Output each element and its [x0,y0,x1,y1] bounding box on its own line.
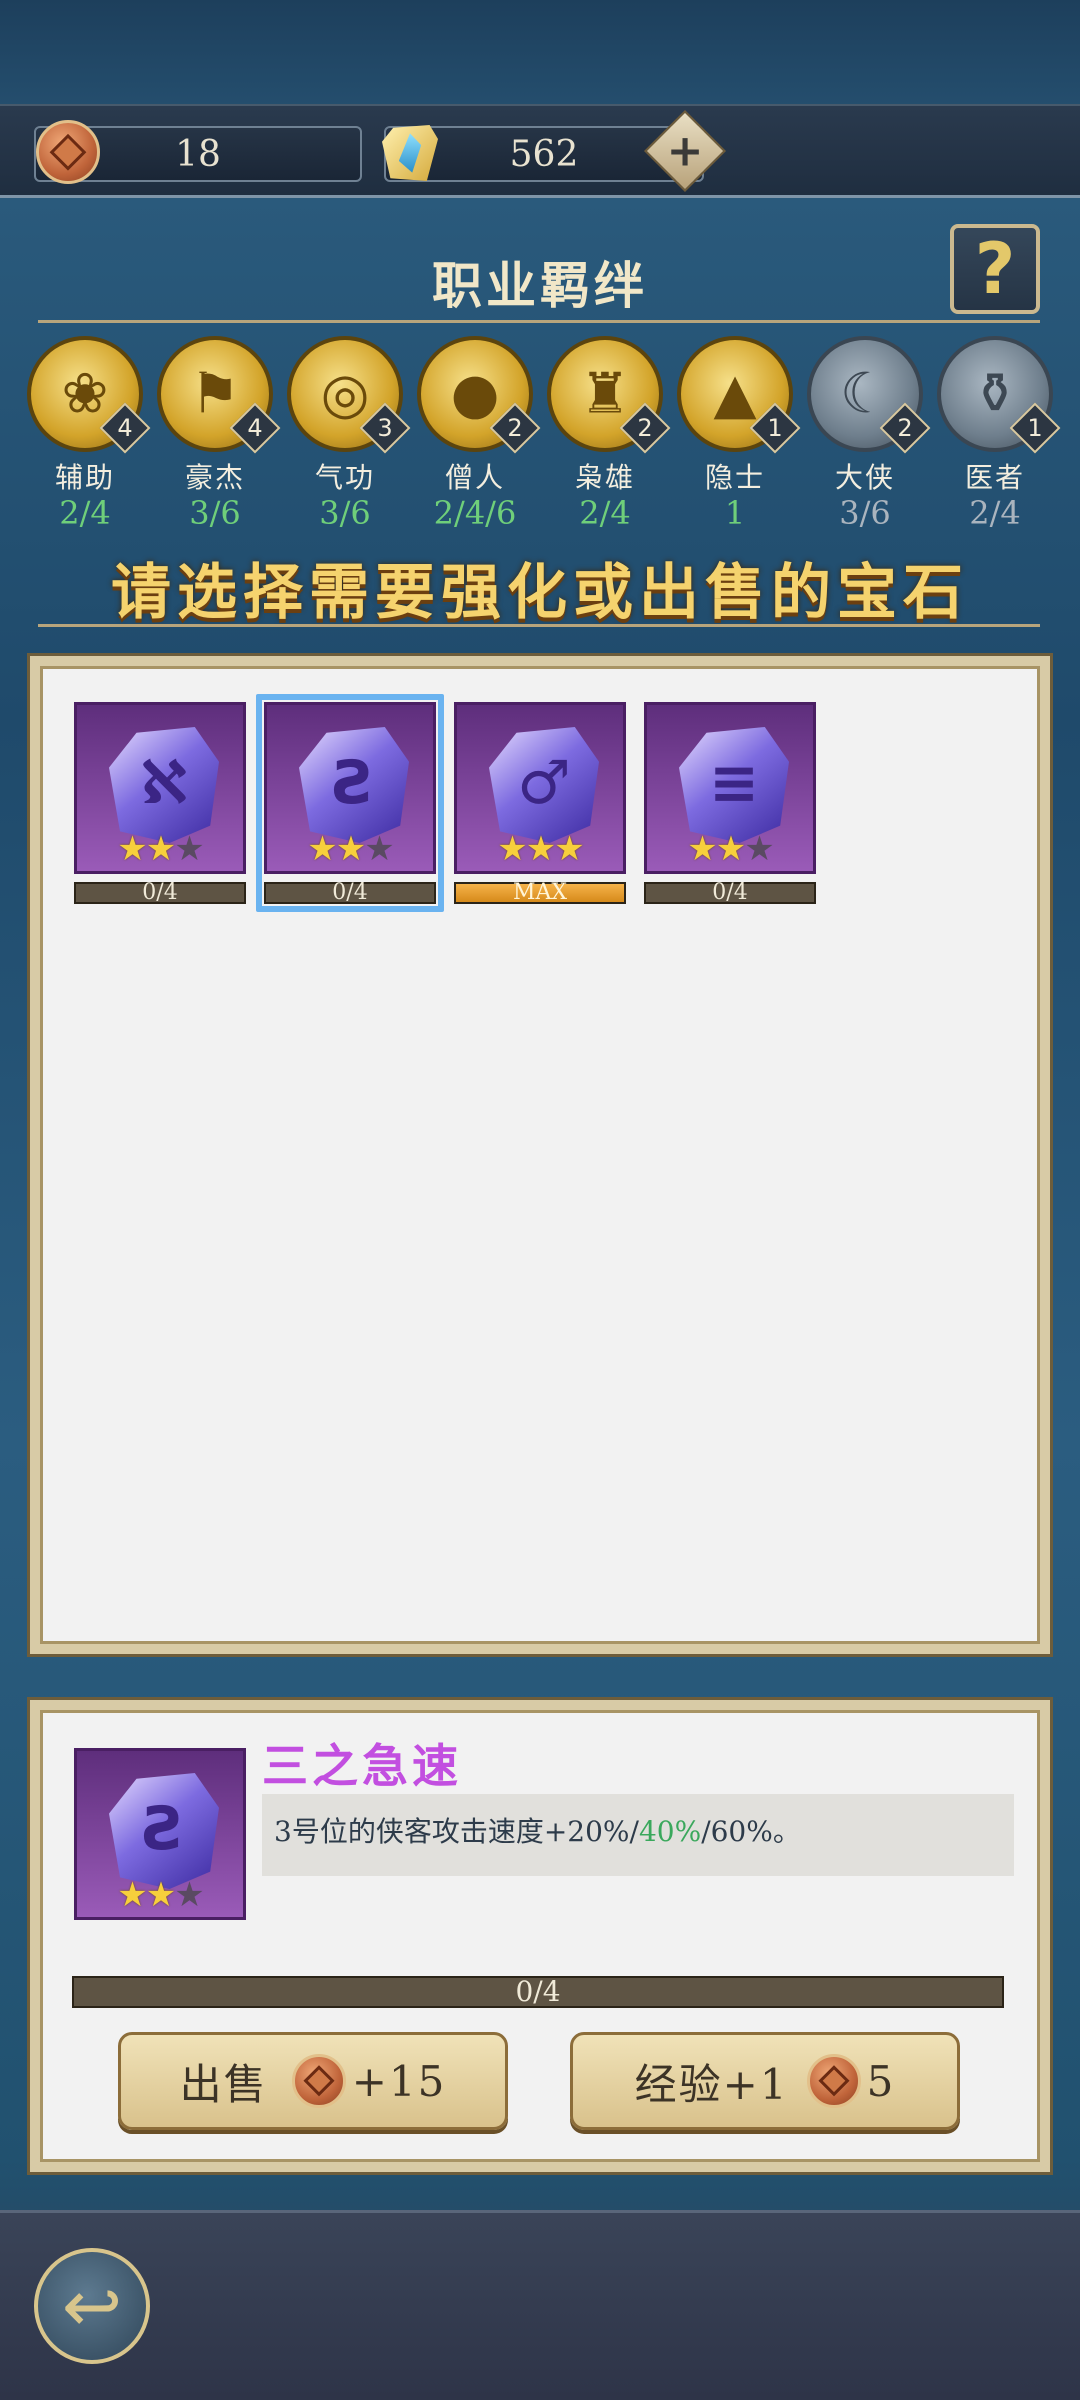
star-icon: ★ [744,829,775,869]
rune-stone-icon: ♂ [489,727,599,843]
star-icon: ★ [525,829,557,869]
copper-coin-icon [36,120,100,184]
bond-name: 医者 [964,461,1025,494]
bond-progress: 1 [724,494,746,532]
gem-slot-2[interactable]: ♂ ★★★ MAX [454,702,626,904]
bond-name: 枭雄 [574,461,635,494]
star-icon: ★ [145,1875,177,1915]
star-rating: ★★★ [77,829,243,869]
sword-arc-icon: ☾ 2 [807,336,931,454]
star-rating: ★★★ [647,829,813,869]
copper-coin-icon [806,2054,861,2108]
back-arrow-icon: ↩ [61,2264,123,2348]
help-button[interactable]: ? [950,224,1040,314]
lotus-icon: ❀ 4 [27,336,151,454]
exp-progress-bar: 0/4 [72,1976,1004,2008]
gem-progress-bar: 0/4 [74,882,246,904]
gem-progress-bar: 0/4 [644,882,816,904]
exp-label: 经验+1 [634,2059,789,2109]
copper-coin-icon [291,2054,346,2108]
bond-progress: 3/6 [189,494,241,532]
star-rating: ★★★ [457,829,623,869]
sell-label: 出售 [179,2059,268,2109]
bond-name: 气功 [314,461,375,494]
bond-progress: 3/6 [839,494,891,532]
gem-slot-3[interactable]: ≡ ★★★ 0/4 [644,702,816,904]
upgrade-button[interactable]: 经验+1 5 [570,2032,960,2130]
instruction-divider [38,624,1040,627]
exp-cost: 5 [866,2056,896,2106]
star-icon: ★ [497,829,528,869]
gem-card[interactable]: ♂ ★★★ [454,702,626,874]
detail-gem-card: Ƨ ★★★ [74,1748,246,1920]
gem-progress-bar: MAX [454,882,626,904]
selection-frame [256,694,444,912]
star-icon: ★ [687,829,718,869]
star-icon: ★ [117,829,148,869]
helmet-icon: ♜ 2 [547,336,671,454]
rune-stone-icon: ℵ [109,727,219,843]
bond-name: 辅助 [54,461,115,494]
gem-card[interactable]: ℵ ★★★ [74,702,246,874]
bond-name: 僧人 [444,461,505,494]
star-icon: ★ [554,829,585,869]
bond-3[interactable]: ● 2 僧人 2/4/6 [410,336,541,532]
bond-progress: 3/6 [319,494,371,532]
bond-5[interactable]: ▲ 1 隐士 1 [670,336,801,532]
back-button[interactable]: ↩ [34,2248,150,2364]
star-icon: ★ [715,829,747,869]
bond-progress: 2/4 [59,494,111,532]
bond-name: 大侠 [834,461,895,494]
bond-4[interactable]: ♜ 2 枭雄 2/4 [540,336,671,532]
bond-progress: 2/4/6 [433,494,517,532]
bond-count-badge: 1 [749,402,801,454]
star-icon: ★ [145,829,177,869]
swirl-icon: ◎ 3 [287,336,411,454]
bond-name: 隐士 [704,461,765,494]
sell-value: +15 [351,2056,447,2106]
title-divider [38,320,1040,323]
gourd-icon: ⚱ 1 [937,336,1061,454]
star-rating: ★★★ [77,1875,243,1915]
gem-card[interactable]: ≡ ★★★ [644,702,816,874]
bond-1[interactable]: ⚑ 4 豪杰 3/6 [150,336,281,532]
gem-count: 562 [509,133,579,175]
prayer-beads-icon: ● 2 [417,336,541,454]
hermit-hat-icon: ▲ 1 [677,336,801,454]
gem-description: 3号位的侠客攻击速度+20%/40%/60%。 [262,1794,1014,1876]
gem-name: 三之急速 [262,1739,462,1793]
bond-progress: 2/4 [969,494,1021,532]
rune-stone-icon: ≡ [679,727,789,843]
coin-count: 18 [175,133,221,175]
rune-stone-icon: Ƨ [109,1773,219,1889]
instruction-text: 请选择需要强化或出售的宝石 [111,558,969,628]
plus-icon: + [666,125,704,177]
bond-7[interactable]: ⚱ 1 医者 2/4 [930,336,1061,532]
bond-0[interactable]: ❀ 4 辅助 2/4 [20,336,151,532]
bond-panel-title: 职业羁绊 [432,256,648,315]
banner-icon: ⚑ 4 [157,336,281,454]
current-value: 40% [638,1815,702,1848]
bond-2[interactable]: ◎ 3 气功 3/6 [280,336,411,532]
bond-progress: 2/4 [579,494,631,532]
bond-6[interactable]: ☾ 2 大侠 3/6 [800,336,931,532]
star-icon: ★ [174,829,205,869]
star-icon: ★ [117,1875,148,1915]
sell-button[interactable]: 出售 +15 [118,2032,508,2130]
bond-name: 豪杰 [184,461,245,494]
star-icon: ★ [174,1875,205,1915]
gem-slot-0[interactable]: ℵ ★★★ 0/4 [74,702,246,904]
resource-bar: 18 562 [0,104,1080,198]
bottom-bar [0,2210,1080,2400]
